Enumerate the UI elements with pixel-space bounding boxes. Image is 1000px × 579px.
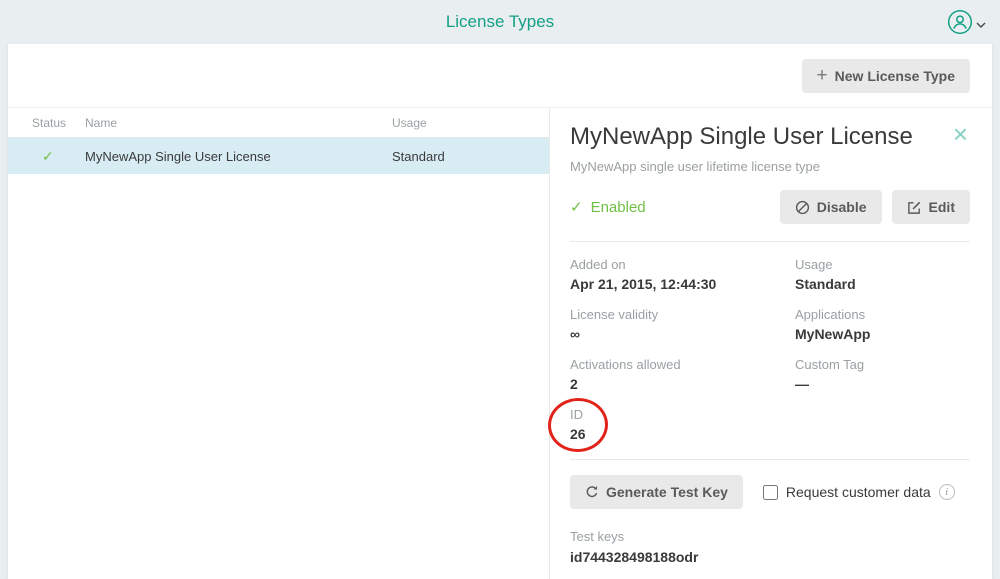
column-header-usage: Usage (392, 115, 427, 130)
field-activations-allowed: Activations allowed 2 (570, 357, 681, 393)
field-usage: Usage Standard (795, 257, 856, 293)
request-customer-data-label: Request customer data (785, 484, 931, 501)
generate-test-key-button[interactable]: Generate Test Key (570, 475, 743, 510)
edit-icon (907, 200, 922, 215)
list-header: Status Name Usage (8, 108, 549, 138)
request-customer-data-group: Request customer data i (762, 484, 955, 501)
divider (570, 459, 970, 461)
request-customer-data-checkbox[interactable] (762, 484, 778, 500)
chevron-down-icon (976, 16, 986, 34)
row-usage: Standard (392, 148, 445, 164)
license-detail-panel: MyNewApp Single User License × MyNewApp … (546, 108, 992, 579)
toolbar: + New License Type (8, 44, 992, 108)
edit-button[interactable]: Edit (891, 190, 970, 225)
test-key-value: id744328498188odr (570, 549, 699, 566)
page-title: License Types (445, 12, 555, 31)
field-id: ID 26 (546, 396, 630, 455)
disable-button[interactable]: Disable (779, 190, 882, 225)
row-name: MyNewApp Single User License (85, 148, 271, 164)
table-row[interactable]: ✓ MyNewApp Single User License Standard (8, 138, 549, 174)
close-icon[interactable]: × (951, 121, 970, 147)
column-header-name: Name (85, 115, 118, 130)
annotation-circle (546, 396, 610, 455)
test-keys-label: Test keys (570, 529, 625, 545)
top-bar: License Types (0, 0, 1000, 44)
disable-icon (795, 200, 810, 215)
status-badge: ✓ Enabled (570, 198, 646, 217)
new-license-type-button[interactable]: + New License Type (801, 58, 970, 93)
detail-fields: Added on Apr 21, 2015, 12:44:30 Usage St… (546, 257, 970, 455)
detail-title: MyNewApp Single User License (570, 123, 913, 150)
field-custom-tag: Custom Tag — (795, 357, 865, 393)
field-added-on: Added on Apr 21, 2015, 12:44:30 (570, 257, 717, 293)
status-label: Enabled (590, 198, 646, 216)
field-license-validity: License validity ∞ (570, 307, 659, 343)
license-list-panel: Status Name Usage ✓ MyNewApp Single User… (8, 108, 550, 579)
check-icon: ✓ (42, 147, 54, 164)
field-applications: Applications MyNewApp (795, 307, 871, 343)
avatar-icon (947, 9, 973, 40)
test-keys-block: Test keys id744328498188odr (570, 529, 970, 565)
detail-subtitle: MyNewApp single user lifetime license ty… (570, 159, 820, 175)
info-icon[interactable]: i (938, 484, 955, 501)
plus-icon: + (816, 64, 828, 86)
check-icon: ✓ (570, 199, 583, 217)
column-header-status: Status (32, 115, 67, 130)
new-license-type-label: New License Type (834, 67, 955, 84)
divider (570, 241, 970, 243)
main-card: + New License Type Status Name Usage ✓ M… (8, 44, 992, 579)
refresh-icon (585, 485, 599, 499)
user-menu-button[interactable] (947, 9, 986, 40)
